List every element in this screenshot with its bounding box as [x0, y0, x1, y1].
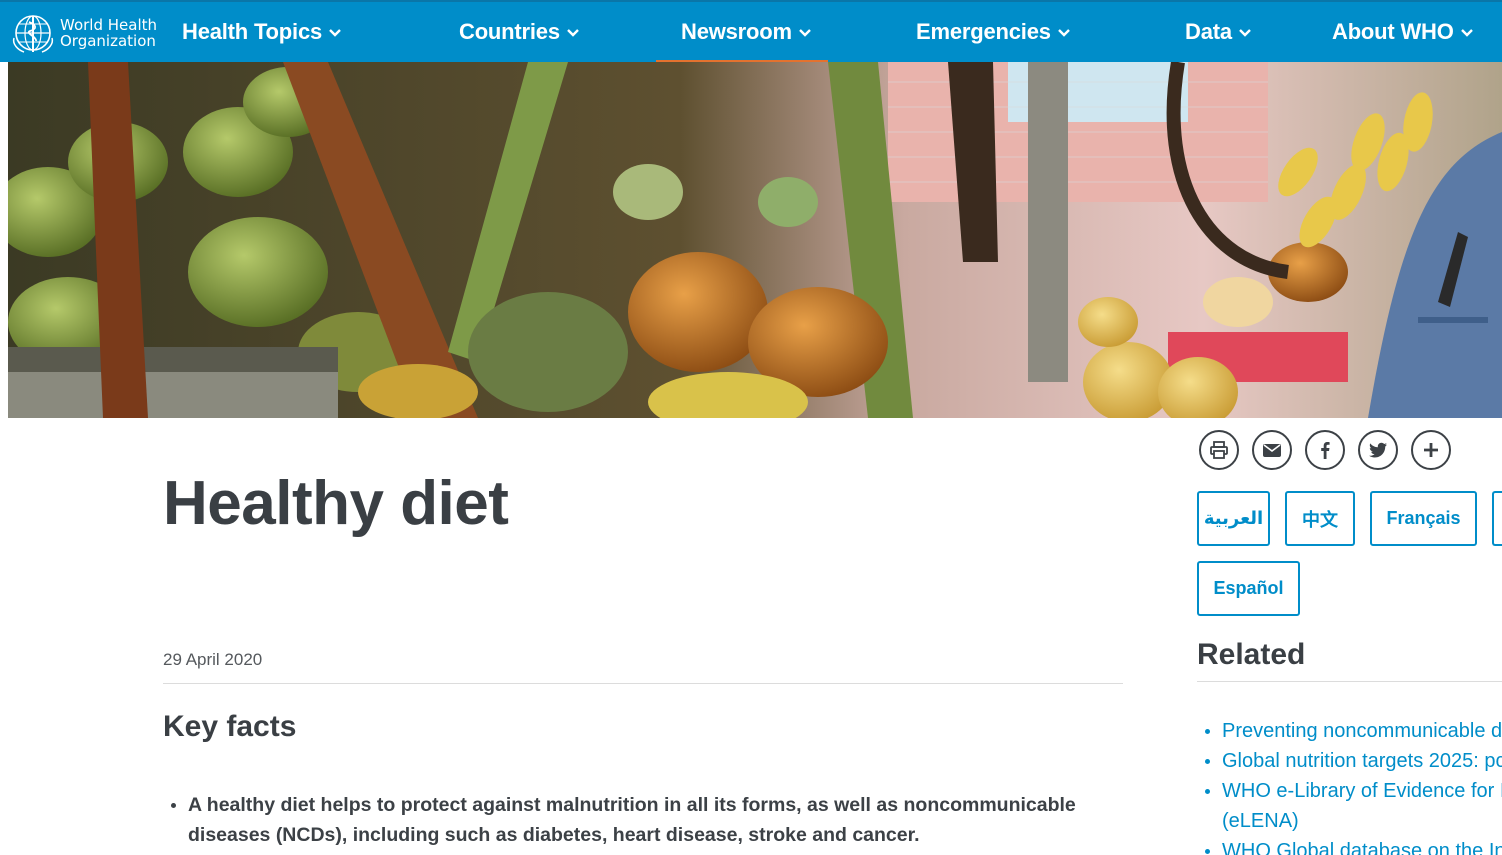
publication-date: 29 April 2020 [163, 650, 263, 669]
twitter-share-button[interactable] [1358, 430, 1398, 470]
related-link-line: WHO e-Library of Evidence for I [1222, 780, 1502, 802]
language-french-button[interactable]: Français [1370, 491, 1477, 546]
related-link[interactable]: WHO Global database on the In [1197, 836, 1502, 855]
chevron-down-icon [799, 29, 811, 37]
top-navigation-bar: World Health Organization Health Topics … [0, 0, 1502, 64]
chevron-down-icon [567, 29, 579, 37]
nav-label: Health Topics [182, 19, 323, 44]
language-arabic-button[interactable]: العربية [1197, 491, 1270, 546]
key-facts-list: A healthy diet helps to protect against … [163, 790, 1123, 850]
chevron-down-icon [1239, 29, 1251, 37]
nav-emergencies[interactable]: Emergencies [916, 2, 1071, 62]
related-list-viewport: Preventing noncommunicable d Global nutr… [1197, 700, 1502, 855]
nav-about-who[interactable]: About WHO [1332, 2, 1474, 62]
who-logo-text: World Health Organization [60, 17, 157, 49]
who-logo[interactable]: World Health Organization [10, 12, 157, 54]
print-button[interactable] [1199, 430, 1239, 470]
nav-label: Data [1185, 19, 1232, 44]
share-toolbar [1199, 430, 1451, 470]
related-divider [1197, 681, 1502, 682]
chevron-down-icon [1057, 29, 1070, 37]
print-icon [1210, 441, 1228, 459]
related-link[interactable]: Global nutrition targets 2025: pc [1197, 746, 1502, 776]
plus-icon [1424, 443, 1438, 457]
related-link[interactable]: Preventing noncommunicable d [1197, 716, 1502, 746]
language-more-button-clipped[interactable] [1492, 491, 1502, 546]
more-share-button[interactable] [1411, 430, 1451, 470]
language-chinese-button[interactable]: 中文 [1285, 491, 1355, 546]
email-icon [1263, 444, 1281, 457]
page-title: Healthy diet [163, 469, 509, 538]
nav-health-topics[interactable]: Health Topics [182, 2, 342, 62]
nav-label: Newsroom [681, 19, 792, 44]
nav-label: Emergencies [916, 19, 1051, 44]
language-spanish-button[interactable]: Español [1197, 561, 1300, 616]
market-stall-illustration [8, 62, 1502, 418]
logo-line-2: Organization [60, 32, 156, 50]
key-fact-item: A healthy diet helps to protect against … [163, 790, 1123, 850]
related-links-list: Preventing noncommunicable d Global nutr… [1197, 716, 1502, 855]
who-emblem-icon [12, 15, 54, 53]
twitter-icon [1369, 442, 1387, 458]
facebook-icon [1321, 442, 1330, 459]
section-title-key-facts: Key facts [163, 710, 297, 743]
nav-newsroom[interactable]: Newsroom [656, 2, 828, 64]
nav-label: About WHO [1332, 19, 1454, 44]
hero-image [8, 62, 1502, 418]
nav-countries[interactable]: Countries [459, 2, 580, 62]
related-link-line: (eLENA) [1222, 810, 1299, 832]
chevron-down-icon [1460, 29, 1473, 37]
content-divider [163, 683, 1123, 684]
facebook-share-button[interactable] [1305, 430, 1345, 470]
chevron-down-icon [329, 29, 341, 37]
nav-data[interactable]: Data [1185, 2, 1252, 62]
email-share-button[interactable] [1252, 430, 1292, 470]
nav-label: Countries [459, 19, 560, 44]
logo-line-1: World Health [60, 16, 158, 34]
related-heading: Related [1197, 638, 1306, 671]
related-link[interactable]: WHO e-Library of Evidence for I (eLENA) [1197, 776, 1502, 836]
